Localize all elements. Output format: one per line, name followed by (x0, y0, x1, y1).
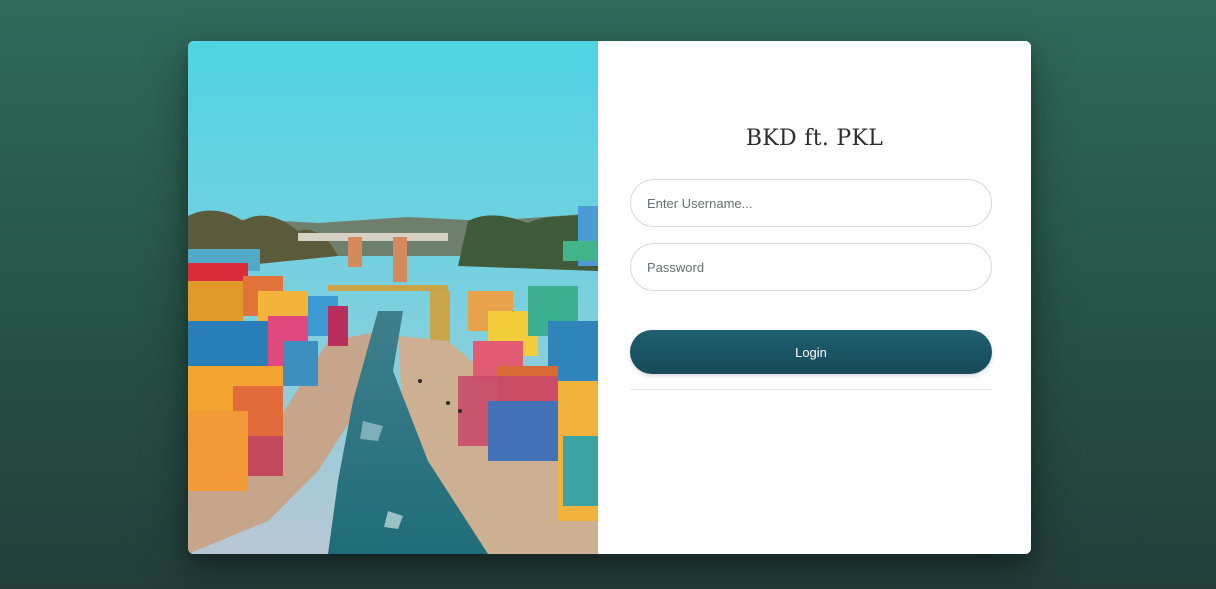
login-panel: BKD ft. PKL Login (598, 41, 1031, 554)
colorful-village-river-photo (188, 41, 598, 554)
app-title: BKD ft. PKL (745, 126, 884, 151)
username-input[interactable] (630, 179, 992, 227)
form-divider (630, 389, 992, 390)
login-button[interactable]: Login (630, 330, 992, 374)
login-card: BKD ft. PKL Login (188, 41, 1031, 554)
password-input[interactable] (630, 243, 992, 291)
